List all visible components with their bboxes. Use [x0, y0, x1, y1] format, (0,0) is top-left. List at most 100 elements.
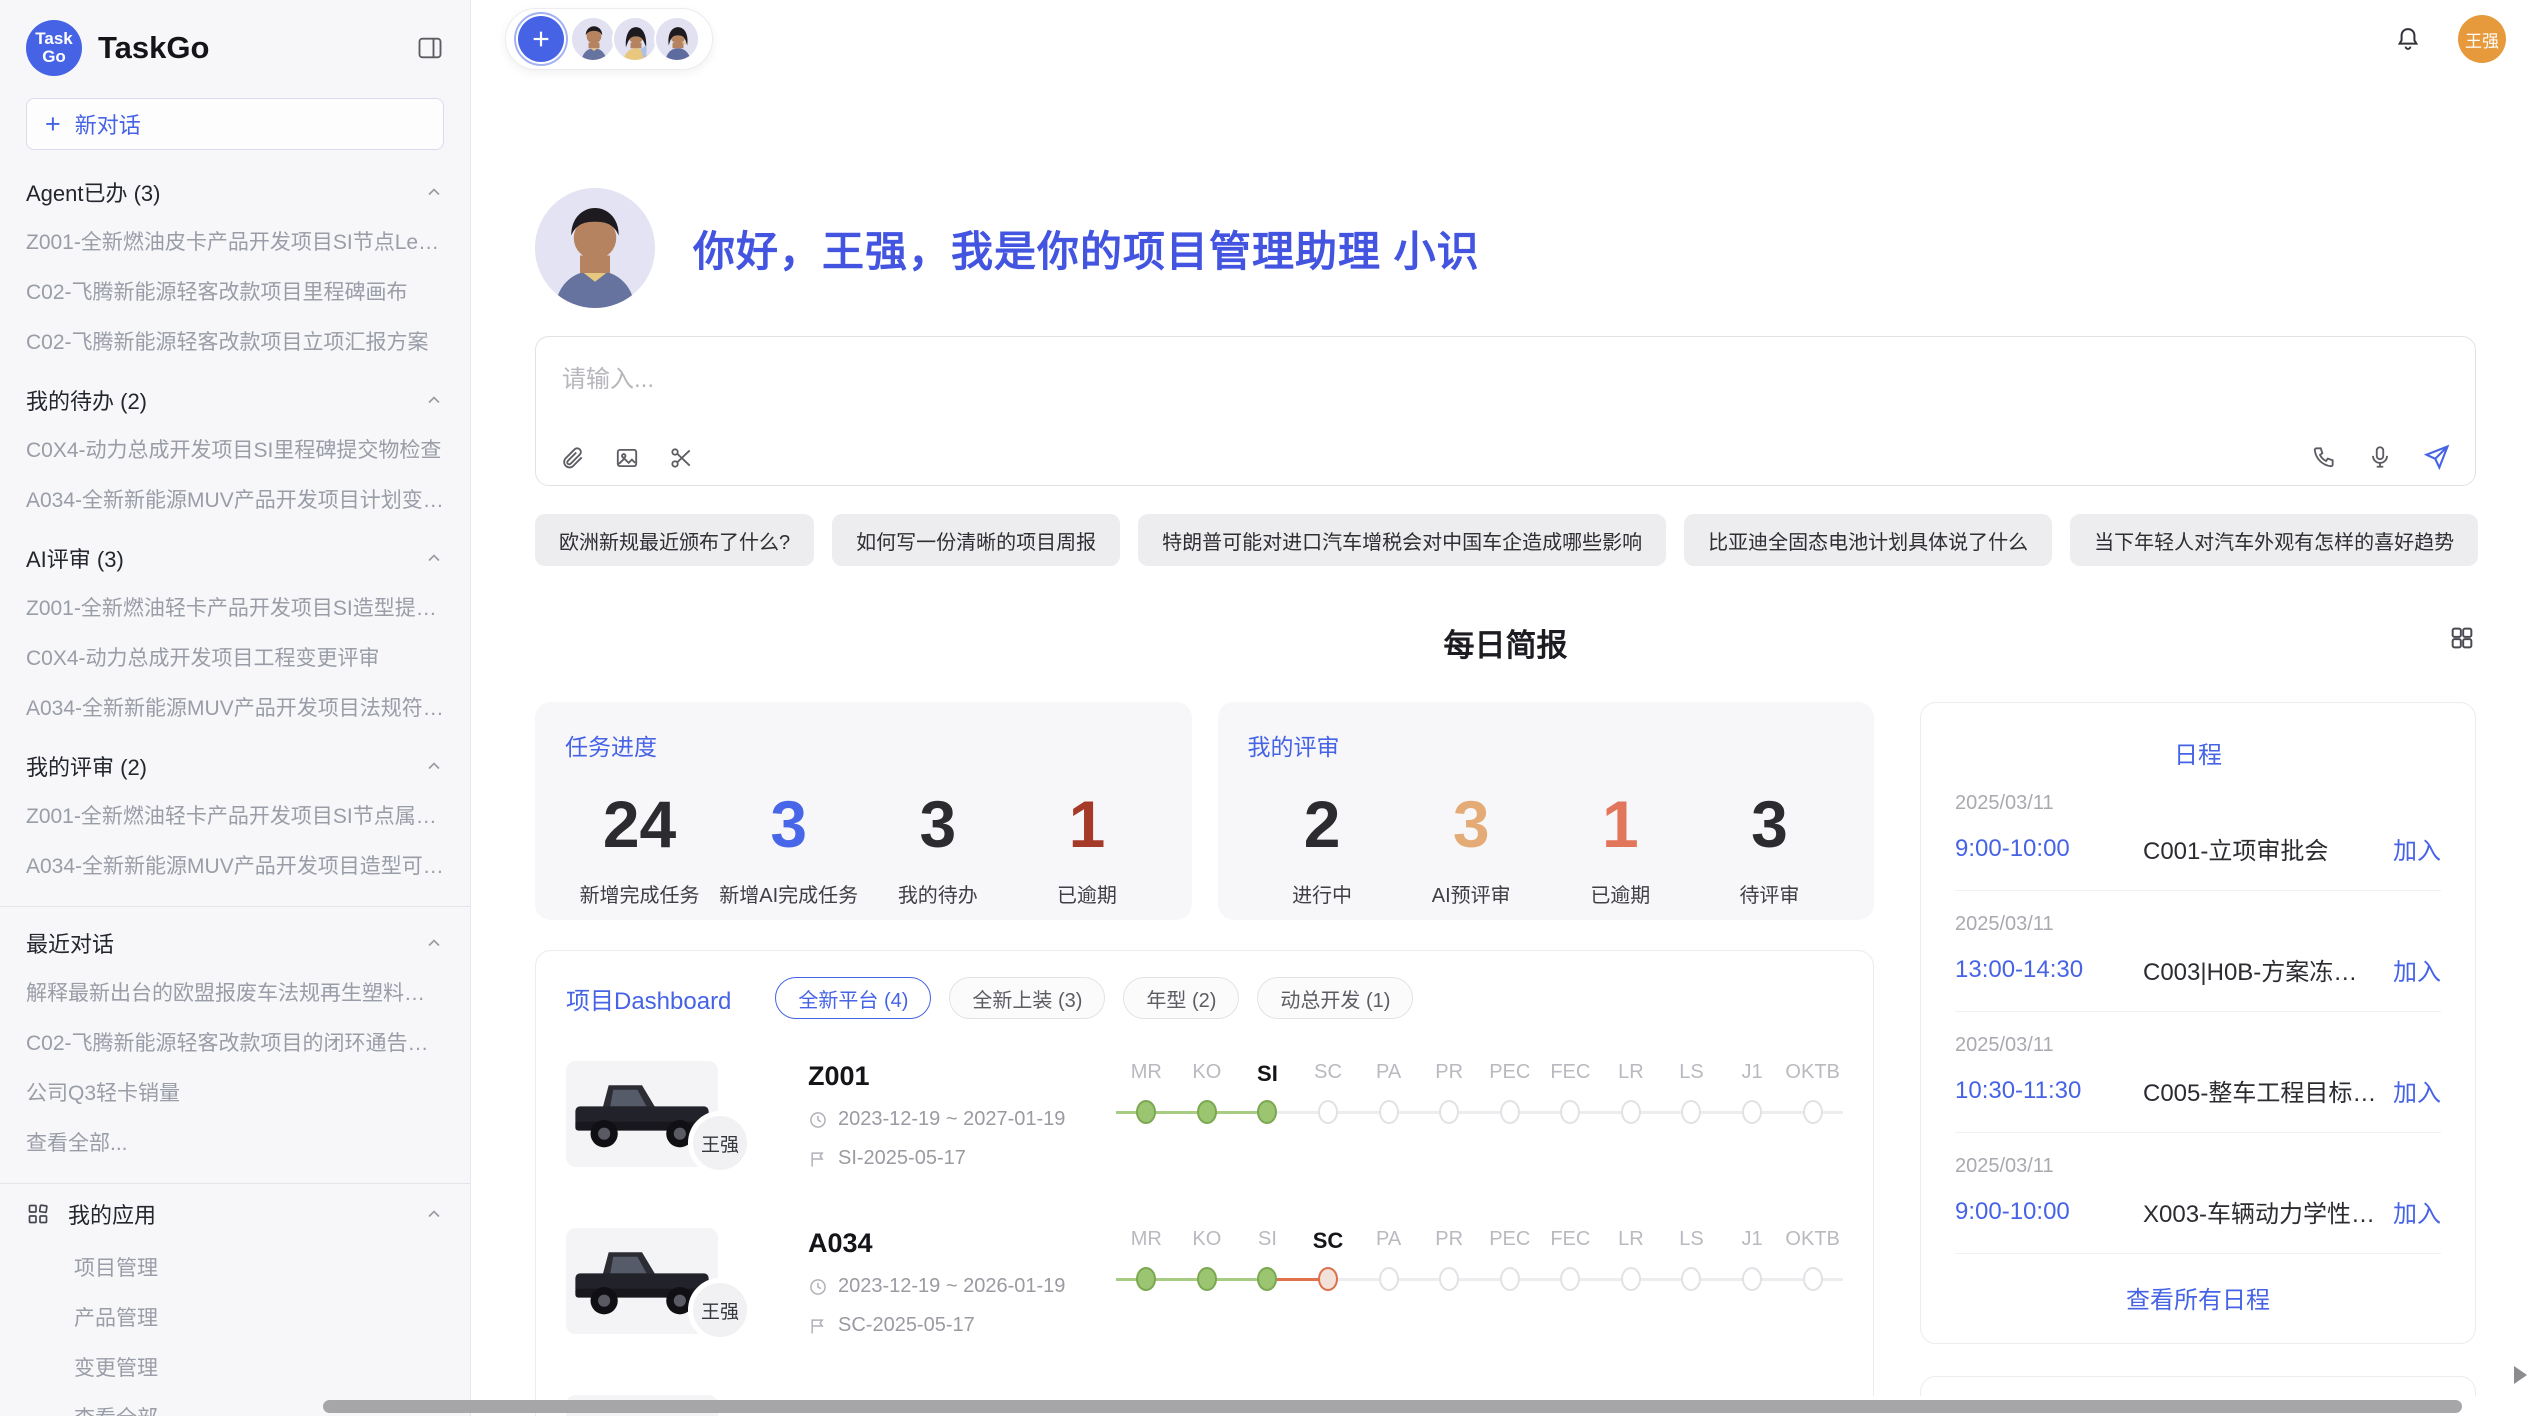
daily-brief-header: 每日简报: [535, 620, 2476, 660]
recent-item[interactable]: 查看全部...: [0, 1117, 470, 1167]
phone-icon[interactable]: [2311, 444, 2337, 470]
milestone-dot: [1136, 1100, 1156, 1124]
app-item[interactable]: 变更管理: [0, 1342, 470, 1392]
recent-item[interactable]: 公司Q3轻卡销量: [0, 1067, 470, 1117]
milestone-node: [1661, 1266, 1722, 1292]
agent-avatar[interactable]: [612, 16, 658, 62]
project-info: A034 2023-12-19 ~ 2026-01-19 SC-2025-05-…: [808, 1228, 1116, 1353]
input-tools: [560, 445, 694, 471]
sidebar-task-item[interactable]: Z001-全新燃油皮卡产品开发项目SI节点Lesson Learn报告: [0, 216, 470, 266]
task-progress-stats: 24 新增完成任务 3 新增AI完成任务: [565, 788, 1162, 908]
suggestion-chip[interactable]: 比亚迪全固态电池计划具体说了什么: [1684, 514, 2052, 566]
section-title: 我的评审 (2): [26, 750, 147, 782]
sidebar-section: AI评审 (3) Z001-全新燃油轻卡产品开发项目SI造型提交物评审 C0X4…: [0, 524, 470, 732]
sidebar-task-item[interactable]: C02-飞腾新能源轻客改款项目里程碑画布: [0, 266, 470, 316]
milestone-node: [1358, 1099, 1419, 1125]
milestone-label: PA: [1358, 1061, 1419, 1087]
image-icon[interactable]: [614, 445, 640, 471]
recent-item[interactable]: C02-飞腾新能源轻客改款项目的闭环通告反馈情况: [0, 1017, 470, 1067]
sidebar-section-header[interactable]: 我的评审 (2): [0, 732, 470, 790]
schedule-card: 日程 2025/03/11 9:00-10:00 C001-立项审批会 加入: [1920, 702, 2476, 1344]
milestone-dot: [1803, 1267, 1823, 1291]
layout-grid-icon[interactable]: [2448, 624, 2476, 652]
milestone-dot: [1197, 1100, 1217, 1124]
project-dashboard-card: 项目Dashboard 全新平台 (4)全新上装 (3)年型 (2)动总开发 (…: [535, 950, 1874, 1416]
project-dates: 2023-12-19 ~ 2026-01-19: [808, 1275, 1116, 1298]
join-link[interactable]: 加入: [2393, 952, 2441, 987]
view-all-schedule-link[interactable]: 查看所有日程: [1955, 1254, 2441, 1333]
sidebar-section-header[interactable]: 我的待办 (2): [0, 366, 470, 424]
agent-avatar[interactable]: [570, 16, 616, 62]
new-chat-button[interactable]: + 新对话: [26, 98, 444, 150]
agent-switcher: [505, 8, 713, 70]
sidebar-item-my-apps[interactable]: 我的应用: [0, 1186, 470, 1242]
sidebar-task-item[interactable]: A034-全新新能源MUV产品开发项目计划变更表编写: [0, 474, 470, 524]
dashboard-tab[interactable]: 全新平台 (4): [775, 977, 931, 1019]
agent-avatar[interactable]: [654, 16, 700, 62]
scroll-arrow-icon[interactable]: [2514, 1366, 2527, 1384]
right-column: 日程 2025/03/11 9:00-10:00 C001-立项审批会 加入: [1920, 702, 2476, 1416]
recent-item[interactable]: 解释最新出台的欧盟报废车法规再生塑料比例被调至15%...: [0, 967, 470, 1017]
milestone-node: [1601, 1099, 1662, 1125]
sidebar-task-item[interactable]: A034-全新新能源MUV产品开发项目造型可行性评审: [0, 840, 470, 890]
project-list: 王强 Z001 2023-12-19 ~ 2027-01-19 SI-2025-…: [566, 1061, 1843, 1353]
left-column: 任务进度 24 新增完成任务 3: [535, 702, 1874, 1416]
stat-value: 24: [565, 788, 714, 861]
add-agent-button[interactable]: [518, 16, 564, 62]
sidebar-section: Agent已办 (3) Z001-全新燃油皮卡产品开发项目SI节点Lesson …: [0, 158, 470, 366]
milestone-dots: [1116, 1099, 1843, 1125]
join-link[interactable]: 加入: [2393, 1073, 2441, 1108]
section-title: 最近对话: [26, 927, 114, 959]
stat-value: 1: [1546, 788, 1695, 861]
milestone-dot: [1500, 1100, 1520, 1124]
card-title: 任务进度: [565, 728, 1162, 762]
sidebar-section-recent[interactable]: 最近对话: [0, 909, 470, 967]
scissors-icon[interactable]: [668, 445, 694, 471]
stat-label: 进行中: [1248, 879, 1397, 908]
milestone-node: [1177, 1266, 1238, 1292]
dashboard-tab[interactable]: 年型 (2): [1123, 977, 1239, 1019]
dashboard-tab[interactable]: 动总开发 (1): [1257, 977, 1413, 1019]
app-item[interactable]: 产品管理: [0, 1292, 470, 1342]
chevron-up-icon: [424, 756, 444, 776]
sidebar-section-header[interactable]: AI评审 (3): [0, 524, 470, 582]
greeting-block: 你好，王强，我是你的项目管理助理 小识: [535, 188, 2476, 308]
sidebar-task-item[interactable]: C02-飞腾新能源轻客改款项目立项汇报方案: [0, 316, 470, 366]
sidebar-section-header[interactable]: Agent已办 (3): [0, 158, 470, 216]
chevron-up-icon: [424, 933, 444, 953]
sidebar-task-item[interactable]: Z001-全新燃油轻卡产品开发项目SI造型提交物评审: [0, 582, 470, 632]
app-item[interactable]: 项目管理: [0, 1242, 470, 1292]
sidebar-task-item[interactable]: A034-全新新能源MUV产品开发项目法规符合性评审: [0, 682, 470, 732]
milestone-label: PEC: [1479, 1228, 1540, 1254]
chat-input[interactable]: 请输入...: [535, 336, 2476, 486]
milestone-node: [1298, 1266, 1359, 1292]
sidebar-task-item[interactable]: C0X4-动力总成开发项目SI里程碑提交物检查: [0, 424, 470, 474]
suggestion-chip[interactable]: 当下年轻人对汽车外观有怎样的喜好趋势: [2070, 514, 2478, 566]
sidebar-task-item[interactable]: C0X4-动力总成开发项目工程变更评审: [0, 632, 470, 682]
milestone-label: PR: [1419, 1061, 1480, 1087]
join-link[interactable]: 加入: [2393, 831, 2441, 866]
send-icon[interactable]: [2423, 443, 2451, 471]
suggestion-chip[interactable]: 欧洲新规最近颁布了什么?: [535, 514, 814, 566]
user-avatar[interactable]: 王强: [2458, 15, 2506, 63]
horizontal-scrollbar[interactable]: [323, 1400, 2462, 1413]
project-row[interactable]: 王强 A034 2023-12-19 ~ 2026-01-19 SC-2025-…: [566, 1228, 1843, 1353]
my-review-stats: 2 进行中 3 AI预评审: [1248, 788, 1845, 908]
sidebar-task-item[interactable]: Z001-全新燃油轻卡产品开发项目SI节点属性5D文件评审: [0, 790, 470, 840]
milestone-dot: [1621, 1100, 1641, 1124]
schedule-date: 2025/03/11: [1955, 792, 2441, 815]
schedule-name: C005-整车工程目标评审: [2143, 1073, 2379, 1108]
project-flag-text: SC-2025-05-17: [838, 1314, 975, 1337]
attachment-icon[interactable]: [560, 445, 586, 471]
chevron-up-icon: [424, 182, 444, 202]
suggestion-chip[interactable]: 特朗普可能对进口汽车增税会对中国车企造成哪些影响: [1138, 514, 1666, 566]
microphone-icon[interactable]: [2367, 444, 2393, 470]
milestone-dot: [1621, 1267, 1641, 1291]
project-row[interactable]: 王强 Z001 2023-12-19 ~ 2027-01-19 SI-2025-…: [566, 1061, 1843, 1186]
milestone-label: OKTB: [1782, 1061, 1843, 1087]
sidebar-collapse-icon[interactable]: [416, 34, 444, 62]
join-link[interactable]: 加入: [2393, 1194, 2441, 1229]
dashboard-tab[interactable]: 全新上装 (3): [949, 977, 1105, 1019]
suggestion-chip[interactable]: 如何写一份清晰的项目周报: [832, 514, 1120, 566]
notification-bell-icon[interactable]: [2394, 25, 2422, 53]
